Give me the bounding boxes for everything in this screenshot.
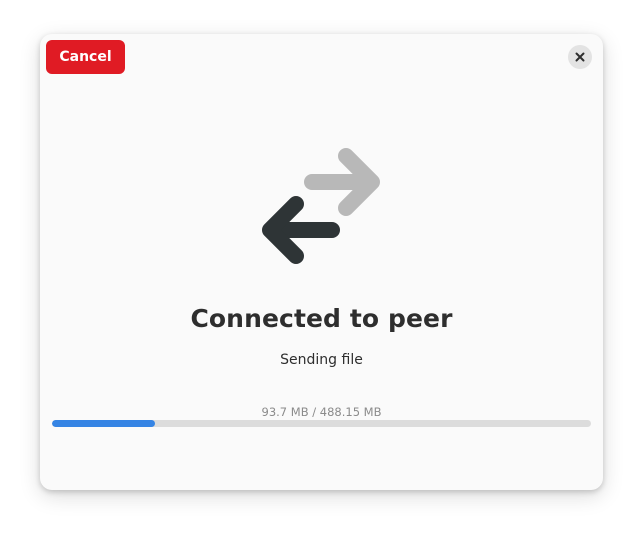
close-button[interactable] (568, 45, 592, 69)
transfer-arrows-icon (262, 148, 380, 264)
progress-bar-fill (52, 420, 156, 427)
transfer-dialog: Cancel Connected to peer Sending file 93… (40, 34, 603, 490)
progress-label: 93.7 MB / 488.15 MB (261, 405, 382, 419)
close-icon (575, 52, 585, 62)
arrow-left-icon (262, 196, 340, 264)
status-subtitle: Sending file (280, 352, 363, 368)
status-title: Connected to peer (190, 304, 453, 333)
arrow-right-icon (304, 148, 380, 216)
progress-bar (52, 420, 591, 427)
cancel-button[interactable]: Cancel (46, 40, 125, 74)
